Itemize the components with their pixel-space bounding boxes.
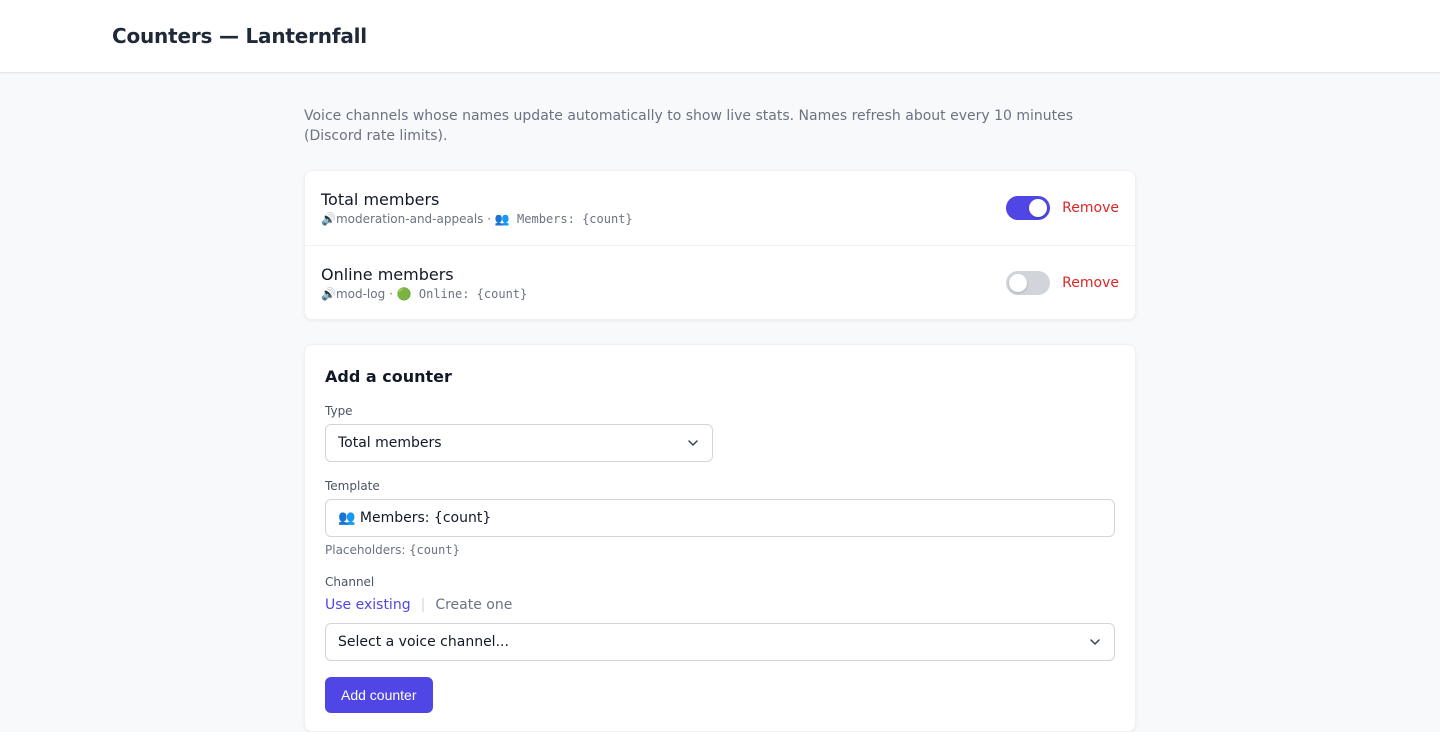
channel-label: Channel — [325, 575, 375, 589]
voice-channel-select[interactable]: Select a voice channel... — [325, 623, 1115, 661]
counter-enabled-toggle[interactable] — [1006, 271, 1051, 295]
counter-channel: moderation-and-appeals — [335, 212, 484, 226]
counter-actions: Remove — [1006, 271, 1119, 295]
type-select-value: Total members — [338, 435, 442, 451]
form-title: Add a counter — [325, 367, 452, 386]
remove-counter-button[interactable]: Remove — [1062, 200, 1119, 216]
template-input-value: 👥 Members: {count} — [338, 510, 492, 526]
counter-meta: 🔊moderation-and-appeals · 👥 Members: {co… — [321, 211, 1119, 227]
intro-text: Voice channels whose names update automa… — [304, 108, 1074, 144]
counter-template: 👥 Members: {count} — [494, 212, 633, 226]
add-counter-button[interactable]: Add counter — [325, 677, 433, 713]
voice-channel-select-value: Select a voice channel... — [338, 634, 509, 650]
counter-name: Total members — [321, 190, 440, 209]
toggle-knob — [1009, 274, 1028, 292]
meta-separator: · — [389, 287, 393, 301]
template-label: Template — [325, 479, 380, 493]
create-one-link[interactable]: Create one — [435, 596, 512, 614]
placeholders-prefix: Placeholders: — [325, 543, 406, 557]
counter-channel: mod-log — [335, 287, 386, 301]
placeholders-hint: Placeholders: {count} — [325, 542, 1115, 558]
counter-row-total-members: Total members 🔊moderation-and-appeals · … — [305, 171, 1135, 245]
remove-counter-button[interactable]: Remove — [1062, 275, 1119, 291]
use-existing-link[interactable]: Use existing — [325, 596, 411, 614]
placeholders-value: {count} — [409, 543, 460, 557]
page-title: Counters — Lanternfall — [112, 24, 367, 48]
counter-enabled-toggle[interactable] — [1006, 196, 1051, 220]
speaker-icon: 🔊 — [321, 212, 336, 226]
add-counter-form: Add a counter Type Total members Templat… — [304, 344, 1136, 732]
type-label: Type — [325, 404, 353, 418]
counter-meta: 🔊mod-log · 🟢 Online: {count} — [321, 286, 1119, 302]
main-content: Voice channels whose names update automa… — [304, 73, 1136, 732]
toggle-knob — [1029, 199, 1048, 217]
channel-mode-switch: Use existing | Create one — [325, 596, 1115, 614]
counter-row-online-members: Online members 🔊mod-log · 🟢 Online: {cou… — [305, 245, 1135, 319]
counter-list: Total members 🔊moderation-and-appeals · … — [304, 170, 1136, 320]
top-bar: Counters — Lanternfall — [0, 0, 1440, 73]
counter-name: Online members — [321, 265, 454, 284]
mode-separator: | — [420, 597, 426, 613]
speaker-icon: 🔊 — [321, 287, 336, 301]
meta-separator: · — [487, 212, 492, 226]
counter-actions: Remove — [1006, 196, 1119, 220]
type-select[interactable]: Total members — [325, 424, 713, 462]
chevron-down-icon — [1090, 639, 1100, 645]
template-input[interactable]: 👥 Members: {count} — [325, 499, 1115, 537]
chevron-down-icon — [688, 440, 698, 446]
counter-template: 🟢 Online: {count} — [396, 287, 528, 301]
